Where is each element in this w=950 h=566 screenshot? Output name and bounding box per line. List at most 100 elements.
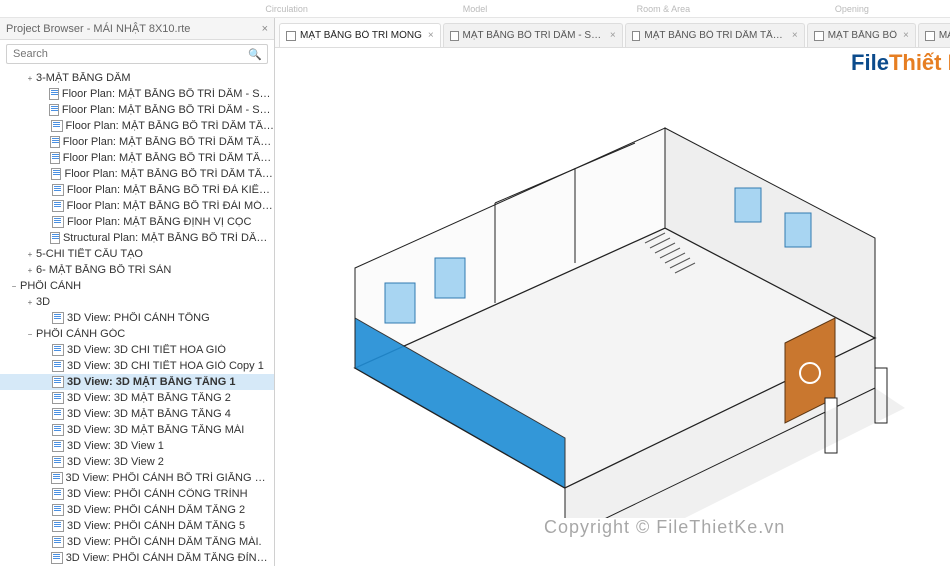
view-icon xyxy=(51,552,62,564)
view-tab[interactable]: MẶT BẰNG BỐ TRÍ MÓNG× xyxy=(279,23,441,47)
view-tab[interactable]: MẶT BẰNG BỐ× xyxy=(807,23,916,47)
view-icon xyxy=(51,168,62,180)
tree-item-label: 3D View: 3D MẶT BẰNG TẦNG 2 xyxy=(67,392,231,404)
tree-leaf[interactable]: 3D View: PHỐI CẢNH CÔNG TRÌNH xyxy=(0,486,274,502)
tree-item-label: 3D View: PHỐI CẢNH TỔNG xyxy=(67,312,210,324)
tree-item-label: PHỐI CẢNH xyxy=(20,280,81,292)
view-icon xyxy=(52,312,64,324)
tree-node[interactable]: +6- MẶT BẰNG BỐ TRÍ SÀN xyxy=(0,262,274,278)
tree-leaf[interactable]: Structural Plan: MẶT BẰNG BỐ TRÍ DẦM TẦN… xyxy=(0,230,274,246)
project-tree[interactable]: +3-MẶT BẰNG DẦM Floor Plan: MẶT BẰNG BỐ T… xyxy=(0,68,274,566)
expand-icon[interactable]: + xyxy=(24,298,36,307)
tree-leaf[interactable]: Floor Plan: MẶT BẰNG BỐ TRÍ DẦM TẦNG 2 C… xyxy=(0,134,274,150)
tree-item-label: 3D View: 3D View 1 xyxy=(67,440,164,452)
tree-item-label: 3D View: PHỐI CẢNH DẦM TẦNG 2 xyxy=(67,504,245,516)
panel-titlebar: Project Browser - MÁI NHẬT 8X10.rte × xyxy=(0,18,274,40)
tree-item-label: Structural Plan: MẶT BẰNG BỐ TRÍ DẦM TẦN… xyxy=(63,232,274,244)
search-input[interactable] xyxy=(6,44,268,64)
close-icon[interactable]: × xyxy=(792,30,798,41)
tree-item-label: 3D View: 3D View 2 xyxy=(67,456,164,468)
tree-item-label: Floor Plan: MẶT BẰNG BỐ TRÍ DẦM TẦNG 3 C… xyxy=(63,152,274,164)
tree-item-label: PHỐI CẢNH GÓC xyxy=(36,328,125,340)
tree-leaf[interactable]: Floor Plan: MẶT BẰNG BỐ TRÍ DẦM - SÀN TẦ… xyxy=(0,86,274,102)
view-tab[interactable]: MẶT BẰNG BỐ TRÍ DẦM TẦNG 2 C... × xyxy=(625,23,805,47)
close-icon[interactable]: × xyxy=(610,30,616,41)
tree-item-label: 3D View: 3D CHI TIẾT HOA GIÓ xyxy=(67,344,226,356)
view-icon xyxy=(49,104,59,116)
tree-leaf[interactable]: Floor Plan: MẶT BẰNG BỐ TRÍ DẦM TẦNG 3 C… xyxy=(0,150,274,166)
tree-item-label: Floor Plan: MẶT BẰNG BỐ TRÍ DẦM TẦNG 2 xyxy=(66,120,274,132)
tree-node[interactable]: +5-CHI TIẾT CẤU TẠO xyxy=(0,246,274,262)
view-icon xyxy=(52,440,64,452)
tree-leaf[interactable]: 3D View: 3D MẶT BẰNG TẦNG 4 xyxy=(0,406,274,422)
view-icon xyxy=(52,376,64,388)
tree-leaf[interactable]: 3D View: 3D View 2 xyxy=(0,454,274,470)
tree-leaf[interactable]: Floor Plan: MẶT BẰNG BỐ TRÍ ĐÀI MÓNG xyxy=(0,198,274,214)
tree-leaf[interactable]: Floor Plan: MẶT BẰNG BỐ TRÍ DẦM TẦNG 2 xyxy=(0,118,274,134)
tree-item-label: Floor Plan: MẶT BẰNG BỐ TRÍ DẦM - SÀN TẦ… xyxy=(62,104,274,116)
view-icon xyxy=(52,456,64,468)
expand-icon[interactable]: − xyxy=(8,282,20,291)
tree-node[interactable]: −PHỐI CẢNH xyxy=(0,278,274,294)
view-icon xyxy=(52,200,64,212)
close-icon[interactable]: × xyxy=(428,30,434,41)
view-icon xyxy=(50,152,60,164)
tab-label: MẶT BẰNG BỐ TRÍ DẦM TẦNG 2 C... xyxy=(644,30,786,41)
view-icon xyxy=(52,184,64,196)
viewport-3d[interactable]: FileThiết Kế.vn Copyright © FileThietKe.… xyxy=(275,48,950,566)
tree-item-label: 3D View: PHỐI CẢNH BỐ TRÍ GIẰNG MÓNG xyxy=(66,472,274,484)
tree-leaf[interactable]: Floor Plan: MẶT BẰNG ĐỊNH VỊ CỌC xyxy=(0,214,274,230)
tree-item-label: Floor Plan: MẶT BẰNG BỐ TRÍ DẦM TẦNG MÁI xyxy=(64,168,274,180)
view-icon xyxy=(52,216,64,228)
expand-icon[interactable]: + xyxy=(24,250,36,259)
tree-leaf[interactable]: 3D View: PHỐI CẢNH DẦM TẦNG MÁI. xyxy=(0,534,274,550)
view-icon xyxy=(50,232,60,244)
tree-leaf[interactable]: 3D View: 3D MẶT BẰNG TẦNG MÁI xyxy=(0,422,274,438)
tree-leaf[interactable]: 3D View: PHỐI CẢNH TỔNG xyxy=(0,310,274,326)
tree-leaf[interactable]: 3D View: 3D CHI TIẾT HOA GIÓ Copy 1 xyxy=(0,358,274,374)
view-icon xyxy=(52,504,64,516)
tree-item-label: Floor Plan: MẶT BẰNG BỐ TRÍ DẦM - SÀN TẦ… xyxy=(62,88,274,100)
tree-item-label: 3D View: PHỐI CẢNH DẦM TẦNG MÁI. xyxy=(67,536,262,548)
tree-leaf[interactable]: 3D View: 3D MẶT BẰNG TẦNG 1 xyxy=(0,374,274,390)
view-tab[interactable]: MẶT BẰN× xyxy=(918,23,950,47)
tree-item-label: 3D View: 3D MẶT BẰNG TẦNG 4 xyxy=(67,408,231,420)
tree-node[interactable]: +3D xyxy=(0,294,274,310)
view-icon xyxy=(52,520,64,532)
tree-item-label: 3D View: PHỐI CẢNH CÔNG TRÌNH xyxy=(67,488,248,500)
tree-item-label: 5-CHI TIẾT CẤU TẠO xyxy=(36,248,143,260)
tree-leaf[interactable]: Floor Plan: MẶT BẰNG BỐ TRÍ DẦM - SÀN TẦ… xyxy=(0,102,274,118)
tree-leaf[interactable]: Floor Plan: MẶT BẰNG BỐ TRÍ ĐÀ KIỀNG xyxy=(0,182,274,198)
tree-item-label: 3D xyxy=(36,296,50,308)
tree-leaf[interactable]: 3D View: 3D View 1 xyxy=(0,438,274,454)
tree-leaf[interactable]: 3D View: PHỐI CẢNH DẦM TẦNG 2 xyxy=(0,502,274,518)
tree-node[interactable]: +3-MẶT BẰNG DẦM xyxy=(0,70,274,86)
tree-leaf[interactable]: 3D View: PHỐI CẢNH DẦM TẦNG ĐỈNH MÁI xyxy=(0,550,274,566)
close-icon[interactable]: × xyxy=(903,30,909,41)
view-tabs: MẶT BẰNG BỐ TRÍ MÓNG×MẶT BẰNG BỐ TRÍ DẦM… xyxy=(275,18,950,48)
tree-leaf[interactable]: 3D View: 3D MẶT BẰNG TẦNG 2 xyxy=(0,390,274,406)
tree-leaf[interactable]: 3D View: PHỐI CẢNH BỐ TRÍ GIẰNG MÓNG xyxy=(0,470,274,486)
project-browser-panel: Project Browser - MÁI NHẬT 8X10.rte × 🔍 … xyxy=(0,18,275,566)
tree-leaf[interactable]: 3D View: 3D CHI TIẾT HOA GIÓ xyxy=(0,342,274,358)
tree-leaf[interactable]: Floor Plan: MẶT BẰNG BỐ TRÍ DẦM TẦNG MÁI xyxy=(0,166,274,182)
tree-leaf[interactable]: 3D View: PHỐI CẢNH DẦM TẦNG 5 xyxy=(0,518,274,534)
view-icon xyxy=(814,31,824,41)
view-icon xyxy=(925,31,935,41)
view-icon xyxy=(450,31,459,41)
model-render xyxy=(315,88,905,518)
tree-node[interactable]: −PHỐI CẢNH GÓC xyxy=(0,326,274,342)
tree-item-label: 3D View: 3D CHI TIẾT HOA GIÓ Copy 1 xyxy=(67,360,264,372)
search-icon[interactable]: 🔍 xyxy=(248,48,262,61)
tree-item-label: Floor Plan: MẶT BẰNG BỐ TRÍ ĐÀ KIỀNG xyxy=(67,184,274,196)
close-icon[interactable]: × xyxy=(262,23,268,35)
expand-icon[interactable]: + xyxy=(24,266,36,275)
expand-icon[interactable]: + xyxy=(24,74,36,83)
view-icon xyxy=(51,120,62,132)
expand-icon[interactable]: − xyxy=(24,330,36,339)
view-icon xyxy=(52,536,64,548)
view-tab[interactable]: MẶT BẰNG BỐ TRÍ DẦM - SÀN TẦ...× xyxy=(443,23,623,47)
search-row: 🔍 xyxy=(0,40,274,68)
view-icon xyxy=(49,88,59,100)
panel-title: Project Browser - MÁI NHẬT 8X10.rte xyxy=(6,23,190,35)
